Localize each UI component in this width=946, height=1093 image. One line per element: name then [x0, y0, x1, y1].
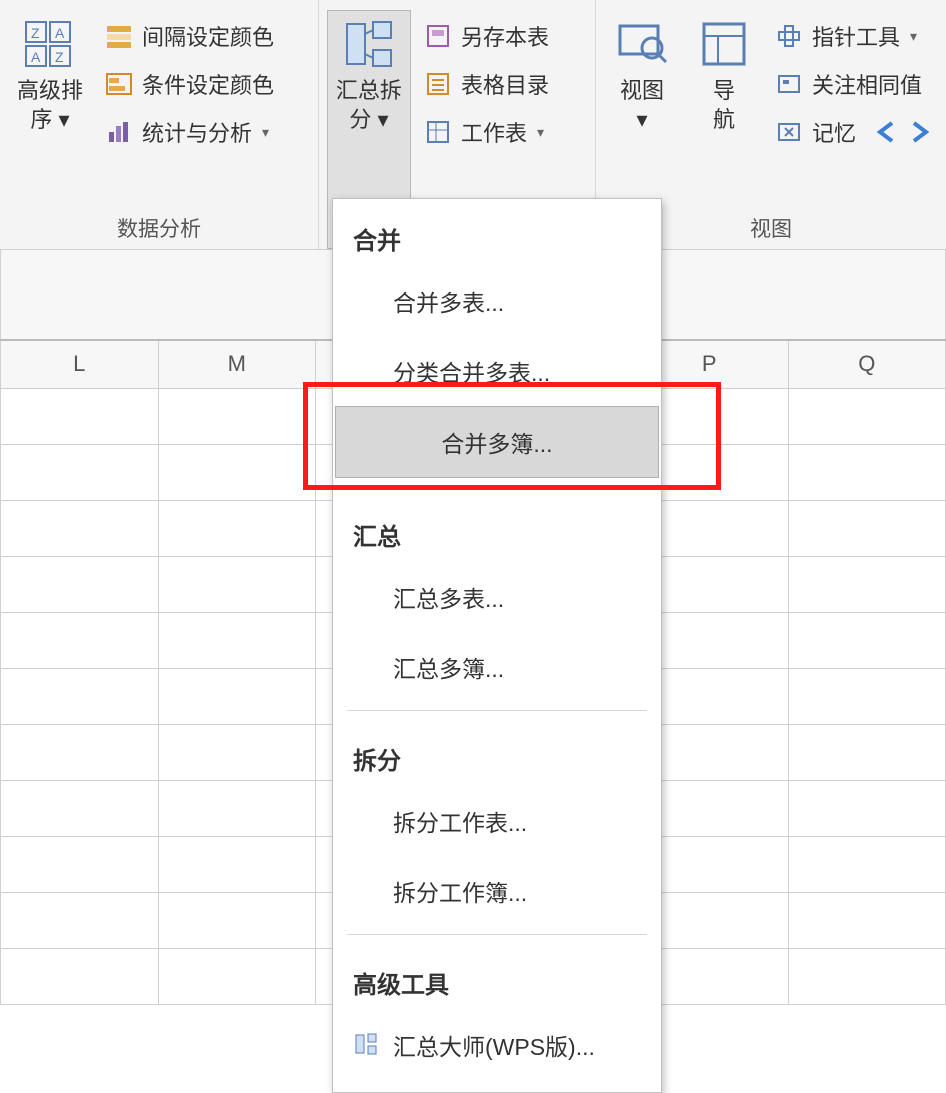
menu-item-summary-workbooks[interactable]: 汇总多簿...: [333, 632, 661, 702]
save-sheet-icon: [423, 21, 453, 51]
menu-section-split: 拆分: [333, 719, 661, 786]
menu-item-summary-master[interactable]: 汇总大师(WPS版)...: [333, 1010, 661, 1080]
menu-item-merge-sheets[interactable]: 合并多表...: [333, 266, 661, 336]
menu-section-advanced: 高级工具: [333, 943, 661, 1010]
arrow-left-icon[interactable]: [874, 119, 900, 145]
nav-icon: [695, 15, 753, 73]
summarize-split-menu: 合并 合并多表... 分类合并多表... 合并多簿... 汇总 汇总多表... …: [332, 198, 662, 1093]
nav-label: 导 航: [713, 77, 735, 134]
worksheet-icon: [423, 117, 453, 147]
col-header[interactable]: M: [158, 340, 316, 388]
menu-section-summary: 汇总: [333, 495, 661, 562]
interval-color-button[interactable]: 间隔设定颜色: [98, 16, 280, 56]
menu-separator: [347, 934, 647, 935]
chevron-down-icon: ▾: [910, 28, 917, 45]
table-toc-button[interactable]: 表格目录: [417, 64, 555, 104]
menu-item-classify-merge[interactable]: 分类合并多表...: [333, 336, 661, 406]
conditional-icon: [104, 69, 134, 99]
summary-master-icon: [353, 1031, 381, 1059]
arrow-right-icon[interactable]: [906, 119, 932, 145]
menu-item-split-sheet[interactable]: 拆分工作表...: [333, 786, 661, 856]
menu-section-merge: 合并: [333, 199, 661, 266]
nav-arrows[interactable]: [874, 119, 932, 145]
view-label: 视图 ▾: [620, 77, 664, 134]
pointer-tool-button[interactable]: 指针工具 ▾: [768, 16, 938, 56]
pointer-icon: [774, 21, 804, 51]
col-header[interactable]: L: [1, 340, 159, 388]
menu-item-merge-workbooks[interactable]: 合并多簿...: [335, 406, 659, 478]
grid-color-icon: [104, 21, 134, 51]
focus-icon: [774, 69, 804, 99]
chart-icon: [104, 117, 134, 147]
col-header[interactable]: Q: [788, 340, 946, 388]
menu-separator: [347, 710, 647, 711]
menu-separator: [347, 486, 647, 487]
worksheet-button[interactable]: 工作表 ▾: [417, 112, 555, 152]
merge-split-icon: [340, 15, 398, 73]
stats-analysis-button[interactable]: 统计与分析 ▾: [98, 112, 280, 152]
conditional-color-button[interactable]: 条件设定颜色: [98, 64, 280, 104]
memory-button[interactable]: 记忆: [768, 112, 938, 152]
save-as-sheet-button[interactable]: 另存本表: [417, 16, 555, 56]
svg-text:A: A: [55, 25, 65, 41]
view-icon: [613, 15, 671, 73]
focus-same-value-button[interactable]: 关注相同值: [768, 64, 938, 104]
sort-icon: ZAAZ: [21, 15, 79, 73]
menu-item-split-workbook[interactable]: 拆分工作簿...: [333, 856, 661, 926]
menu-item-summary-sheets[interactable]: 汇总多表...: [333, 562, 661, 632]
ribbon-group-data-analysis: ZAAZ 高级排 序 ▾ 间隔设定颜色 条件设定颜色 统计与分析 ▾: [0, 0, 319, 249]
svg-text:A: A: [31, 49, 41, 65]
group-label-analysis: 数据分析: [0, 205, 318, 249]
memory-icon: [774, 117, 804, 147]
advanced-sort-label: 高级排 序 ▾: [17, 77, 83, 134]
svg-text:Z: Z: [55, 49, 64, 65]
chevron-down-icon: ▾: [262, 124, 269, 141]
toc-icon: [423, 69, 453, 99]
svg-text:Z: Z: [31, 25, 40, 41]
chevron-down-icon: ▾: [537, 124, 544, 141]
summarize-split-label: 汇总拆 分 ▾: [336, 77, 402, 134]
